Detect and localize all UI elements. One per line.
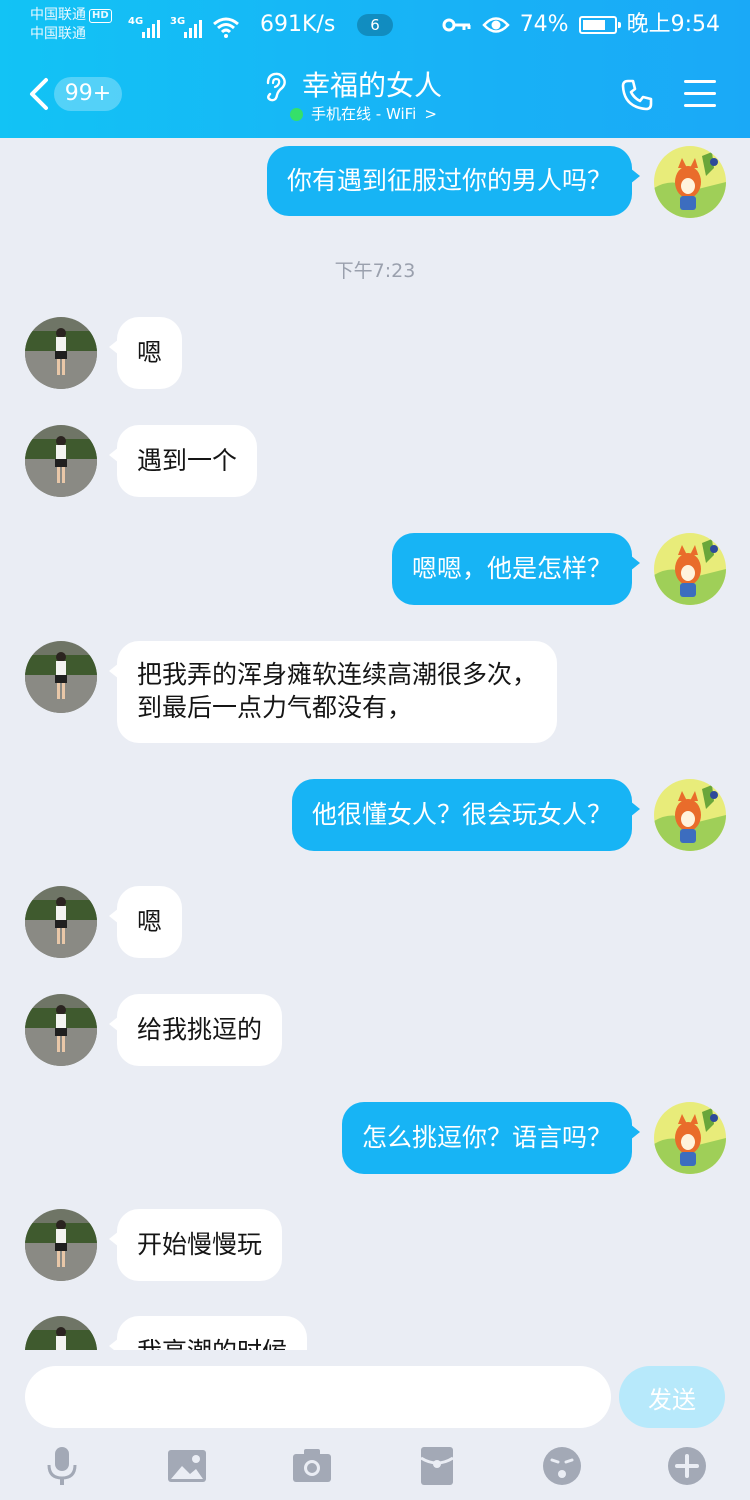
online-dot-icon bbox=[290, 107, 303, 121]
menu-icon[interactable] bbox=[684, 80, 716, 108]
signal-indicators: 4G 3G bbox=[128, 10, 240, 38]
emoji-icon[interactable] bbox=[540, 1444, 584, 1488]
message-bubble-incoming[interactable]: 给我挑逗的 bbox=[108, 994, 283, 1066]
my-avatar[interactable] bbox=[654, 779, 726, 851]
battery-percent: 74% bbox=[519, 12, 569, 37]
message-bubble-incoming[interactable]: 把我弄的浑身瘫软连续高潮很多次， 到最后一点力气都没有， bbox=[108, 641, 558, 743]
key-icon bbox=[442, 18, 471, 32]
message-line: 把我弄的浑身瘫软连续高潮很多次， bbox=[137, 660, 538, 689]
battery-icon bbox=[578, 16, 621, 34]
online-status-text: 手机在线 - WiFi bbox=[311, 105, 417, 123]
message-bubble-incoming[interactable]: 遇到一个 bbox=[108, 425, 258, 497]
message-bubble-outgoing[interactable]: 嗯嗯，他是怎样？ bbox=[391, 533, 641, 605]
contact-avatar[interactable] bbox=[25, 994, 97, 1066]
message-bubble-incoming[interactable]: 嗯 bbox=[108, 317, 183, 389]
message-input[interactable] bbox=[25, 1366, 611, 1428]
contact-avatar[interactable] bbox=[25, 1316, 97, 1350]
microphone-icon[interactable] bbox=[40, 1444, 84, 1488]
image-icon[interactable] bbox=[165, 1444, 209, 1488]
status-right: 74% 晚上9:54 bbox=[442, 8, 720, 42]
hd-badge: HD bbox=[89, 9, 112, 23]
notification-count-badge: 6 bbox=[357, 14, 393, 36]
contact-avatar[interactable] bbox=[25, 317, 97, 389]
top-bar: 中国联通 HD 中国联通 4G 3G 691K/s 6 74% 晚上9:54 9… bbox=[0, 0, 750, 138]
online-status[interactable]: 手机在线 - WiFi > bbox=[290, 104, 437, 124]
chevron-right-icon: > bbox=[424, 105, 437, 123]
ear-icon[interactable] bbox=[262, 72, 290, 102]
my-avatar[interactable] bbox=[654, 1102, 726, 1174]
carrier-info: 中国联通 HD 中国联通 bbox=[30, 6, 112, 44]
chat-title[interactable]: 幸福的女人 bbox=[302, 66, 442, 106]
message-bubble-outgoing[interactable]: 怎么挑逗你？语言吗？ bbox=[341, 1102, 641, 1174]
message-bubble-incoming[interactable]: 嗯 bbox=[108, 886, 183, 958]
message-bubble-outgoing[interactable]: 你有遇到征服过你的男人吗？ bbox=[266, 146, 641, 216]
time-separator: 下午7:23 bbox=[334, 260, 416, 282]
message-list[interactable]: 你有遇到征服过你的男人吗？ 下午7:23 嗯 遇到一个 嗯嗯，他是怎样？ 把我弄… bbox=[0, 138, 750, 1350]
contact-avatar[interactable] bbox=[25, 886, 97, 958]
contact-avatar[interactable] bbox=[25, 641, 97, 713]
message-bubble-outgoing[interactable]: 他很懂女人？很会玩女人？ bbox=[291, 779, 641, 851]
camera-icon[interactable] bbox=[290, 1444, 334, 1488]
eye-icon bbox=[481, 17, 510, 33]
unread-count-badge[interactable]: 99+ bbox=[54, 77, 122, 111]
network-speed: 691K/s bbox=[260, 12, 336, 37]
message-bubble-incoming[interactable]: 我高潮的时候 bbox=[108, 1316, 308, 1350]
input-bar: 发送 bbox=[0, 1350, 750, 1500]
message-line: 到最后一点力气都没有， bbox=[137, 693, 413, 722]
carrier-2: 中国联通 bbox=[30, 26, 86, 42]
red-packet-icon[interactable] bbox=[415, 1444, 459, 1488]
carrier-1: 中国联通 bbox=[30, 7, 86, 23]
wifi-icon bbox=[213, 17, 239, 38]
plus-icon[interactable] bbox=[665, 1444, 709, 1488]
my-avatar[interactable] bbox=[654, 146, 726, 218]
contact-avatar[interactable] bbox=[25, 425, 97, 497]
send-button[interactable]: 发送 bbox=[619, 1366, 725, 1428]
network-4g-label: 4G bbox=[128, 16, 144, 27]
network-3g-label: 3G bbox=[170, 16, 186, 27]
contact-avatar[interactable] bbox=[25, 1209, 97, 1281]
message-bubble-incoming[interactable]: 开始慢慢玩 bbox=[108, 1209, 283, 1281]
my-avatar[interactable] bbox=[654, 533, 726, 605]
status-time: 晚上9:54 bbox=[626, 12, 720, 37]
phone-icon[interactable] bbox=[620, 78, 654, 112]
signal-3g-icon: 3G bbox=[170, 16, 202, 38]
signal-4g-icon: 4G bbox=[128, 16, 160, 38]
